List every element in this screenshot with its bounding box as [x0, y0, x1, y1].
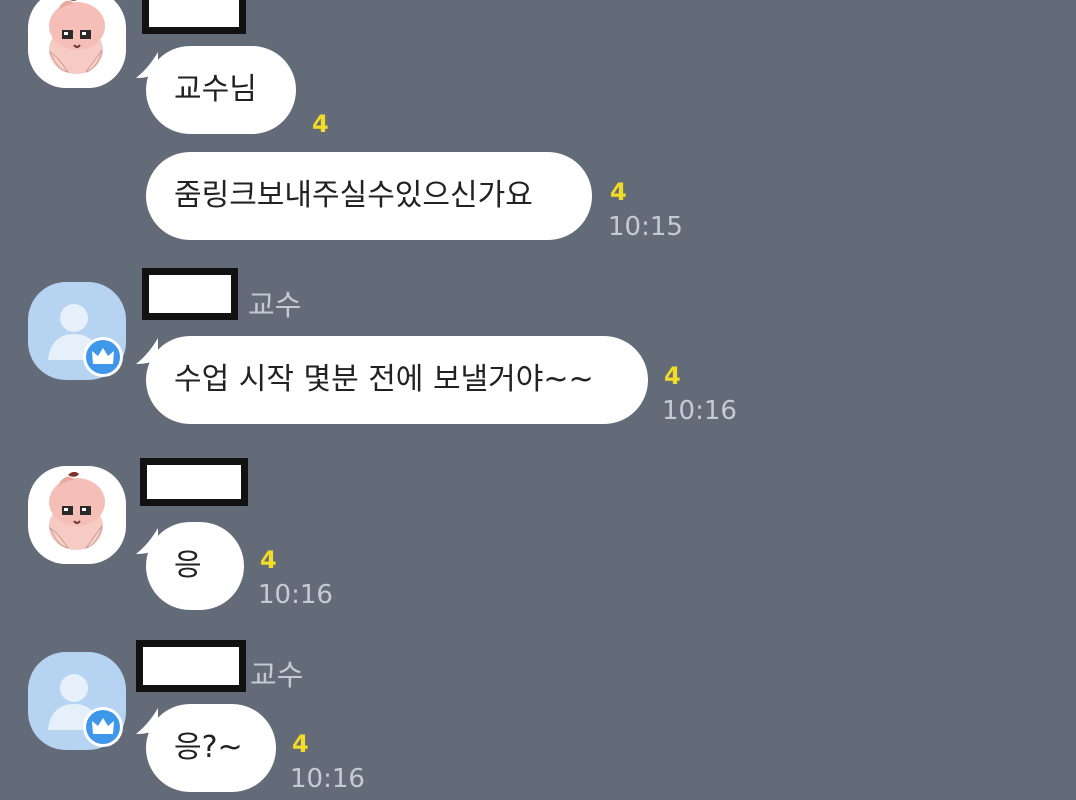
message-bubble[interactable]: 응: [146, 522, 244, 610]
message-timestamp: 10:16: [662, 396, 737, 426]
student-avatar[interactable]: [28, 0, 126, 88]
unread-count: 4: [312, 110, 329, 138]
sender-role-label: 교수: [250, 658, 304, 692]
message-text: 응?~: [174, 730, 243, 765]
message-text: 줌링크보내주실수있으신가요: [174, 178, 533, 213]
message-bubble[interactable]: 응?~: [146, 704, 276, 792]
message-timestamp: 10:15: [608, 212, 683, 242]
redacted-sender-name: [140, 458, 248, 506]
message-bubble[interactable]: 수업 시작 몇분 전에 보낼거야~~: [146, 336, 648, 424]
message-timestamp: 10:16: [290, 764, 365, 794]
student-avatar[interactable]: [28, 466, 126, 564]
message-text: 응: [174, 548, 202, 583]
chat-room: 교수님 4 줌링크보내주실수있으신가요 4 10:15 교수 수업 시작 몇분 …: [0, 0, 1076, 800]
unread-count: 4: [292, 730, 309, 758]
sender-role-label: 교수: [248, 288, 302, 322]
peach-character-icon: [28, 466, 126, 564]
message-timestamp: 10:16: [258, 580, 333, 610]
peach-character-icon: [28, 0, 126, 88]
redacted-sender-name: [136, 640, 246, 692]
unread-count: 4: [610, 178, 627, 206]
redacted-sender-name: [142, 0, 246, 34]
redacted-sender-name: [142, 268, 238, 320]
crown-icon: [83, 337, 123, 377]
message-text: 교수님: [174, 72, 257, 107]
crown-icon: [83, 707, 123, 747]
unread-count: 4: [260, 546, 277, 574]
message-text: 수업 시작 몇분 전에 보낼거야~~: [174, 362, 594, 397]
message-bubble[interactable]: 줌링크보내주실수있으신가요: [146, 152, 592, 240]
unread-count: 4: [664, 362, 681, 390]
message-bubble[interactable]: 교수님: [146, 46, 296, 134]
